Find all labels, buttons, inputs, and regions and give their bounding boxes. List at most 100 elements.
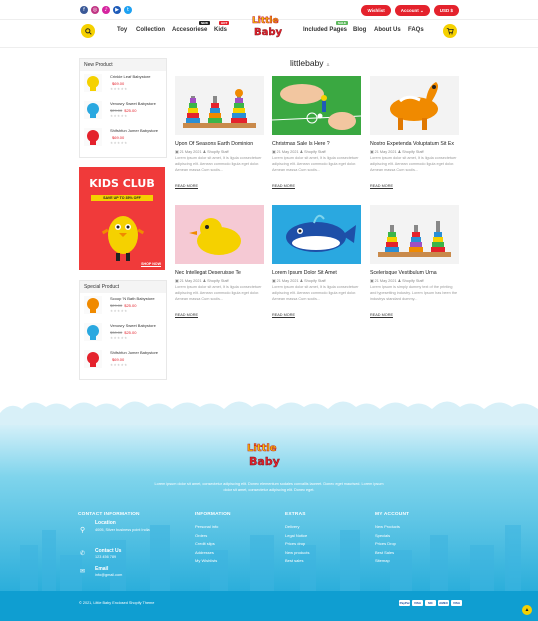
post-meta: ▣ 21 May 2021 ♟ Shopify Staff (272, 278, 326, 283)
product-name[interactable]: Scoop 'N Bath Babystore (110, 296, 155, 301)
post-image[interactable] (370, 76, 459, 135)
tiktok-icon[interactable]: ♪ (102, 6, 110, 14)
post-image[interactable] (272, 76, 361, 135)
product-thumbnail[interactable] (84, 323, 102, 341)
footer-link[interactable]: Best Sales (375, 549, 409, 558)
post-author: Shopify Staff (402, 150, 424, 154)
footer-link[interactable]: Prices drop (285, 540, 309, 549)
footer-link[interactable]: Orders (195, 532, 231, 541)
email-value[interactable]: info@gmail.com (95, 573, 122, 579)
product-price: $29.00 $25.00 (110, 108, 136, 113)
product-thumbnail[interactable] (84, 101, 102, 119)
read-more-link[interactable]: READ MORE (370, 184, 393, 189)
footer-logo[interactable]: Little Baby (245, 443, 291, 471)
post-title[interactable]: Nec Intellegat Deseruisse Te (175, 270, 241, 276)
kids-club-banner[interactable]: KIDS CLUB SAVE UP TO 35% OFF SHOP NOW (79, 167, 165, 270)
product-current-price: $25.00 (124, 303, 137, 308)
wishlist-button[interactable]: Wishlist (361, 5, 391, 16)
footer-link[interactable]: Specials (375, 532, 409, 541)
scroll-top-button[interactable]: ▲ (522, 605, 532, 615)
sidebar-product[interactable]: Venosry Sweet Babystore $30.00 $25.00 ★★★★★ (82, 322, 164, 342)
youtube-icon[interactable]: ▶ (113, 6, 121, 14)
extras-column: EXTRAS Delivery Legal Notice Prices drop Ne… (285, 512, 309, 566)
location-icon: ⚲ (80, 527, 86, 534)
post-meta: ▣ 21 May 2021 ♟ Shopify Staff (175, 278, 229, 283)
post-meta: ▣ 21 May 2021 ♟ Shopify Staff (175, 149, 229, 154)
post-title[interactable]: Scelerisque Vestibulum Urna (370, 270, 437, 276)
footer-link[interactable]: New Products (375, 523, 409, 532)
product-name[interactable]: Shifshfun Jumer Babystore (110, 350, 158, 355)
instagram-icon[interactable]: ◎ (91, 6, 99, 14)
read-more-link[interactable]: READ MORE (272, 313, 295, 318)
site-logo[interactable]: Little Baby (244, 16, 290, 44)
sidebar-product[interactable]: Shifshfun Jumer Babystore $69.00 ★★★★★ (82, 127, 164, 147)
blog-post-card: Lorem Ipsum Dolor Sit Amet ▣ 21 May 2021 … (272, 205, 361, 320)
post-author: Shopify Staff (304, 150, 326, 154)
product-thumbnail[interactable] (84, 74, 102, 92)
divider (0, 47, 538, 48)
product-thumbnail[interactable] (84, 128, 102, 146)
read-more-link[interactable]: READ MORE (175, 184, 198, 189)
post-title[interactable]: Lorem Ipsum Dolor Sit Amet (272, 270, 337, 276)
post-author: Shopify Staff (207, 150, 229, 154)
page-title: littlebaby ᐃ (290, 58, 329, 68)
read-more-link[interactable]: READ MORE (175, 313, 198, 318)
read-more-link[interactable]: READ MORE (370, 313, 393, 318)
product-thumbnail[interactable] (84, 350, 102, 368)
product-name[interactable]: Venosry Sweet Babystore (110, 101, 156, 106)
sidebar-product[interactable]: Crinkle Leaf Babystore $69.00 ★★★★★ (82, 73, 164, 93)
post-title[interactable]: Upon Of Seasons Earth Dominion (175, 141, 253, 147)
cart-button[interactable] (443, 24, 457, 38)
product-price: $69.00 (110, 135, 124, 140)
facebook-icon[interactable]: f (80, 6, 88, 14)
post-image[interactable] (272, 205, 361, 264)
footer-link[interactable]: Credit slips (195, 540, 231, 549)
twitter-icon[interactable]: t (124, 6, 132, 14)
footer-link[interactable]: Personal info (195, 523, 231, 532)
nav-toy[interactable]: Toy (117, 27, 127, 33)
nav-faqs[interactable]: FAQs (408, 27, 424, 33)
product-name[interactable]: Crinkle Leaf Babystore (110, 74, 150, 79)
hot-badge: HOT (219, 21, 230, 25)
nav-collection[interactable]: Collection (136, 27, 165, 33)
footer-link[interactable]: Addresses (195, 549, 231, 558)
shop-now-link[interactable]: SHOP NOW (141, 262, 161, 267)
rss-icon[interactable]: ᐃ (327, 62, 330, 67)
promo-offer: SAVE UP TO 35% OFF (91, 195, 153, 201)
read-more-link[interactable]: READ MORE (272, 184, 295, 189)
account-button[interactable]: Account ⌄ (394, 5, 430, 16)
email-icon: ✉ (80, 569, 86, 575)
post-author: Shopify Staff (207, 279, 229, 283)
sidebar-product[interactable]: Venosry Sweet Babystore $29.00 $25.00 ★★★★★ (82, 100, 164, 120)
footer-link[interactable]: New products (285, 549, 309, 558)
post-image[interactable] (175, 76, 264, 135)
footer-link[interactable]: Prices Drop (375, 540, 409, 549)
nav-about[interactable]: About Us (374, 27, 401, 33)
nav-kids[interactable]: Kids (214, 27, 227, 33)
post-image[interactable] (175, 205, 264, 264)
currency-button[interactable]: USD $ (433, 5, 459, 16)
footer-link[interactable]: Delivery (285, 523, 309, 532)
email-label: Email (95, 566, 109, 572)
phone-value[interactable]: 123 456 789 (95, 555, 116, 561)
nav-included-pages[interactable]: Included Pages (303, 27, 347, 33)
post-image[interactable] (370, 205, 459, 264)
footer-link[interactable]: Legal Notice (285, 532, 309, 541)
location-value: 4005, Silver business point India (95, 528, 150, 532)
sidebar-product[interactable]: Shifshfun Jumer Babystore $69.00 ★★★★★ (82, 349, 164, 369)
nav-accessories[interactable]: Accesoriese (172, 27, 207, 33)
post-author: Shopify Staff (402, 279, 424, 283)
nav-blog[interactable]: Blog (353, 27, 366, 33)
product-name[interactable]: Venosry Sweet Babystore (110, 323, 156, 328)
post-title[interactable]: Nostro Expetenda Voluptatum Sit Ex (370, 141, 454, 147)
post-title[interactable]: Christmas Sale Is Here ? (272, 141, 330, 147)
footer-background (0, 401, 538, 621)
product-thumbnail[interactable] (84, 296, 102, 314)
sidebar-product[interactable]: Scoop 'N Bath Babystore $29.00 $25.00 ★★★★★ (82, 295, 164, 315)
footer-link[interactable]: My Wishlists (195, 557, 231, 566)
footer-link[interactable]: Sitemap (375, 557, 409, 566)
product-name[interactable]: Shifshfun Jumer Babystore (110, 128, 158, 133)
cart-icon (446, 28, 454, 35)
rating-stars: ★★★★★ (110, 87, 128, 91)
footer-link[interactable]: Best sales (285, 557, 309, 566)
